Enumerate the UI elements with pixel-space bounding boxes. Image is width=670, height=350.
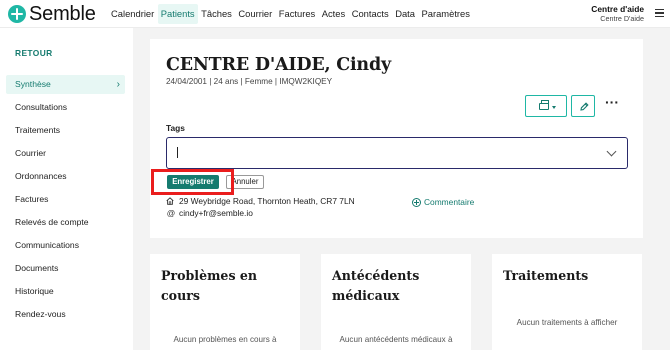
card-empty-message: Aucun antécédents médicaux à (339, 335, 453, 344)
sidebar-item-releves-de-compte[interactable]: Relevés de compte (6, 213, 125, 232)
nav-item-actes[interactable]: Actes (319, 4, 348, 24)
sidebar-item-documents[interactable]: Documents (6, 259, 125, 278)
sidebar-item-label: Traitements (15, 125, 61, 135)
print-icon (539, 100, 549, 110)
back-link[interactable]: RETOUR (15, 48, 53, 58)
nav-item-taches[interactable]: Tâches (198, 4, 235, 24)
comment-label: Commentaire (424, 197, 475, 207)
patient-header-card: CENTRE D'AIDE, Cindy 24/04/2001 | 24 ans… (150, 39, 643, 238)
nav-item-calendrier[interactable]: Calendrier (108, 4, 157, 24)
sidebar-item-label: Synthèse (15, 79, 51, 89)
at-icon: @ (166, 208, 176, 218)
card-title: Antécédents médicaux (332, 268, 420, 303)
logo-text: Semble (29, 3, 96, 25)
patient-email[interactable]: cindy+fr@semble.io (179, 208, 253, 218)
card-title: Traitements (503, 268, 589, 283)
add-comment-link[interactable]: Commentaire (412, 197, 474, 207)
sidebar-item-label: Consultations (15, 102, 68, 112)
account-switcher[interactable]: Centre d'aide Centre D'aide (591, 4, 644, 24)
patient-details: 24/04/2001 | 24 ans | Femme | IMQW2KIQEY (166, 77, 333, 86)
edit-patient-button[interactable] (571, 95, 595, 117)
menu-icon[interactable] (655, 9, 664, 17)
sidebar-item-rendez-vous[interactable]: Rendez-vous (6, 305, 125, 324)
sidebar-item-courrier[interactable]: Courrier (6, 144, 125, 163)
tags-label: Tags (166, 123, 185, 133)
caret-down-icon (552, 106, 556, 109)
semble-logo-icon (8, 5, 26, 23)
card-title: Problèmes en cours (161, 268, 258, 303)
nav-item-patients[interactable]: Patients (157, 4, 198, 24)
nav-item-courrier[interactable]: Courrier (235, 4, 275, 24)
text-cursor (177, 147, 178, 158)
nav-item-data[interactable]: Data (392, 4, 418, 24)
sidebar-item-label: Documents (15, 263, 59, 273)
tags-select-input[interactable] (166, 137, 628, 169)
sidebar-item-label: Ordonnances (15, 171, 67, 181)
card-empty-message: Aucun traitements à afficher (516, 318, 618, 327)
patient-address-row: 29 Weybridge Road, Thornton Heath, CR7 7… (166, 196, 355, 206)
card-treatments: Traitements Aucun traitements à afficher (492, 254, 642, 350)
sidebar-item-label: Historique (15, 286, 54, 296)
more-options-icon[interactable]: ··· (605, 95, 619, 111)
main-menu: Calendrier Patients Tâches Courrier Fact… (108, 0, 473, 28)
plus-circle-icon (412, 197, 421, 207)
print-button[interactable] (525, 95, 567, 117)
save-button[interactable]: Enregistrer (167, 175, 219, 189)
pencil-icon (580, 102, 589, 111)
patient-sidebar: RETOUR Synthèse › Consultations Traiteme… (0, 28, 133, 350)
sidebar-item-traitements[interactable]: Traitements (6, 121, 125, 140)
sidebar-item-synthese[interactable]: Synthèse › (6, 75, 125, 94)
card-empty-message: Aucun problèmes en cours à (173, 335, 277, 344)
chevron-right-icon: › (116, 79, 120, 90)
patient-name: CENTRE D'AIDE, Cindy (166, 55, 391, 75)
nav-item-contacts[interactable]: Contacts (349, 4, 392, 24)
top-navigation: Semble Calendrier Patients Tâches Courri… (0, 0, 670, 28)
patient-address: 29 Weybridge Road, Thornton Heath, CR7 7… (179, 196, 355, 206)
sidebar-item-consultations[interactable]: Consultations (6, 98, 125, 117)
card-medical-history: Antécédents médicaux Aucun antécédents m… (321, 254, 471, 350)
sidebar-item-historique[interactable]: Historique (6, 282, 125, 301)
sidebar-item-communications[interactable]: Communications (6, 236, 125, 255)
semble-logo[interactable]: Semble (8, 3, 96, 25)
patient-email-row: @ cindy+fr@semble.io (166, 208, 253, 218)
nav-item-parametres[interactable]: Paramètres (419, 4, 473, 24)
center-subtitle: Centre D'aide (600, 14, 644, 23)
sidebar-item-ordonnances[interactable]: Ordonnances (6, 167, 125, 186)
home-icon (166, 197, 174, 205)
sidebar-item-label: Rendez-vous (15, 309, 66, 319)
sidebar-item-label: Relevés de compte (15, 217, 89, 227)
nav-item-factures[interactable]: Factures (276, 4, 318, 24)
sidebar-item-factures[interactable]: Factures (6, 190, 125, 209)
sidebar-item-label: Communications (15, 240, 79, 250)
card-current-problems: Problèmes en cours Aucun problèmes en co… (150, 254, 300, 350)
center-name: Centre d'aide (591, 4, 644, 14)
chevron-down-icon[interactable] (606, 146, 617, 157)
sidebar-item-label: Courrier (15, 148, 47, 158)
sidebar-item-label: Factures (15, 194, 49, 204)
